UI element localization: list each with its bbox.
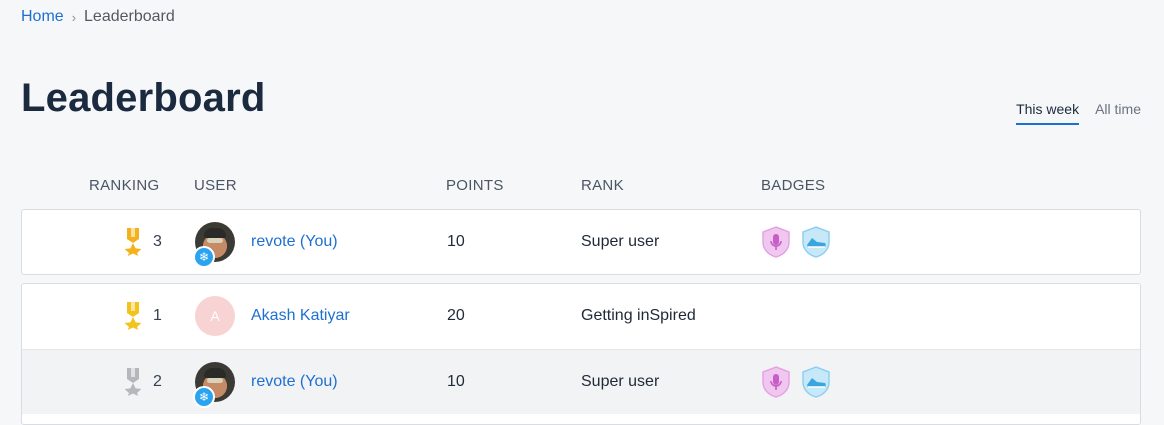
sneaker-badge-icon[interactable] [801,226,831,258]
badges-list [761,350,831,414]
points-value: 20 [447,307,465,324]
tab-this-week[interactable]: This week [1016,101,1080,125]
gold-medal-icon [123,210,143,274]
table-row: 2 ❄ revote (You) 10 Super user [22,350,1140,414]
column-header-badges: BADGES [761,177,826,194]
rank-value: Super user [581,233,660,250]
snowflake-icon: ❄ [193,246,215,268]
points-value: 10 [447,373,465,390]
silver-medal-icon [123,350,143,414]
snowflake-icon: ❄ [193,386,215,408]
rank-value: Getting inSpired [581,307,696,324]
table-row: 3 ❄ revote (You) 10 Super user [22,210,1140,274]
table-header: RANKING USER POINTS RANK BADGES [0,177,1164,197]
page-title: Leaderboard [21,76,266,120]
table-row: 1 A Akash Katiyar 20 Getting inSpired [22,284,1140,350]
current-user-card: 3 ❄ revote (You) 10 Super user [21,209,1141,275]
gold-medal-icon [123,284,143,348]
breadcrumb-current: Leaderboard [84,8,175,25]
user-name-link[interactable]: Akash Katiyar [251,284,350,348]
column-header-ranking: RANKING [89,177,160,194]
ranking-number: 1 [153,307,162,324]
user-name-link[interactable]: revote (You) [251,350,338,414]
ranking-number: 2 [153,373,162,390]
rank-value: Super user [581,373,660,390]
breadcrumb: Home › Leaderboard [21,8,175,26]
ranking-number: 3 [153,233,162,250]
time-range-tabs: This week All time [1016,101,1141,125]
column-header-rank: RANK [581,177,624,194]
sneaker-badge-icon[interactable] [801,366,831,398]
leaderboard-list: 1 A Akash Katiyar 20 Getting inSpired 2 … [21,283,1141,425]
chevron-right-icon: › [71,9,77,25]
badges-list [761,210,831,274]
microphone-badge-icon[interactable] [761,226,791,258]
column-header-user: USER [194,177,237,194]
tab-all-time[interactable]: All time [1095,101,1141,125]
breadcrumb-home-link[interactable]: Home [21,8,64,26]
avatar[interactable]: A [195,296,235,336]
column-header-points: POINTS [446,177,504,194]
microphone-badge-icon[interactable] [761,366,791,398]
points-value: 10 [447,233,465,250]
user-name-link[interactable]: revote (You) [251,210,338,274]
